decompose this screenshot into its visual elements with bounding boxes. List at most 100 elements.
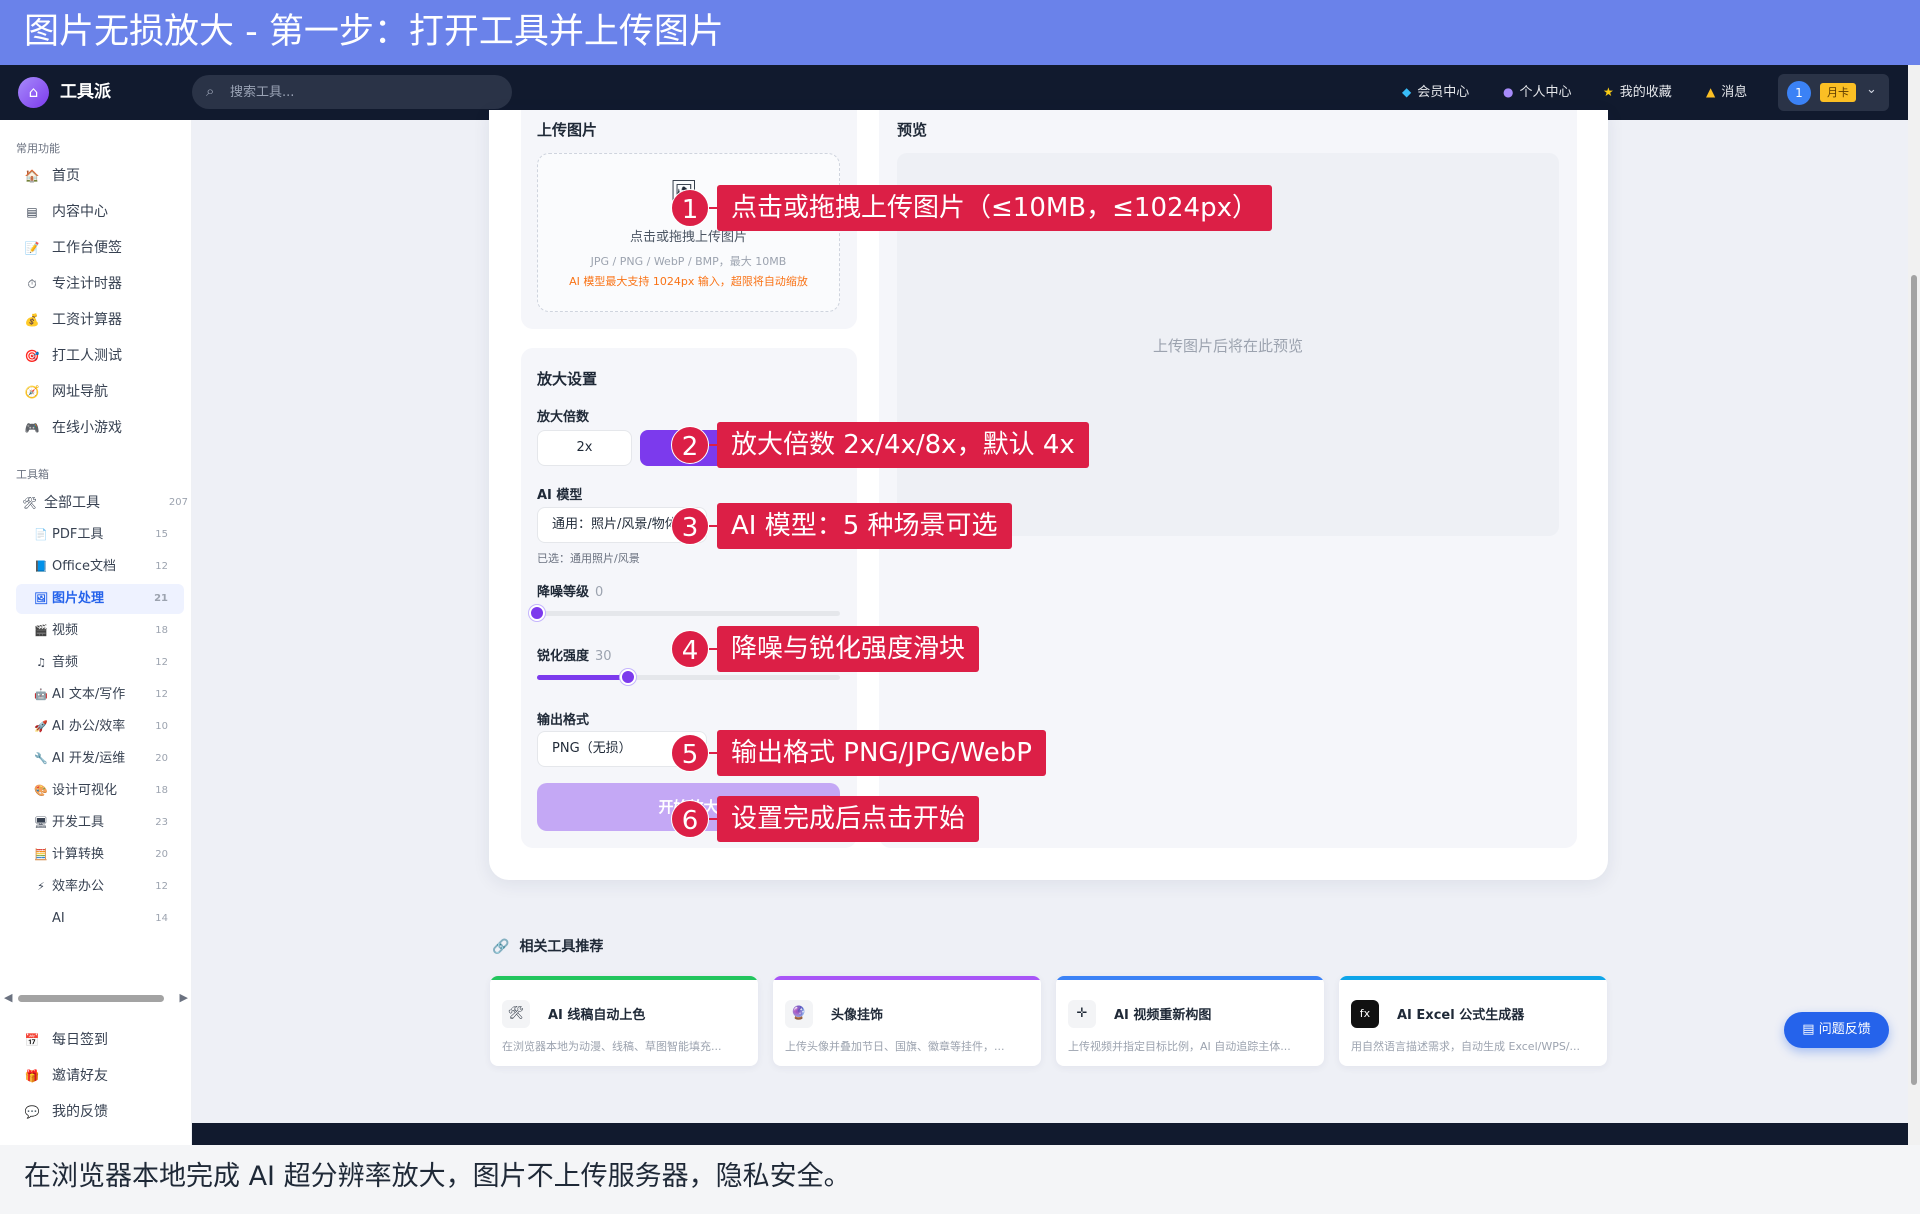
slider-fill [537,675,628,680]
gift-icon: 🎁 [24,1069,40,1083]
sidebar-item-mini-games[interactable]: 🎮 在线小游戏 [24,413,122,443]
sidebar-item-office[interactable]: 📘 Office文档 12 [16,552,184,582]
chevron-down-icon: ⌄ [1866,82,1877,97]
step-label: 降噪与锐化强度滑块 [717,626,980,672]
denoise-value: 0 [595,585,604,600]
palette-icon: 🎨 [34,784,48,797]
logo-icon[interactable]: ⌂ [18,77,49,108]
nav-messages[interactable]: ▲ 消息 [1706,65,1747,120]
step-number: 5 [671,734,709,772]
sidebar-item-design[interactable]: 🎨 设计可视化 18 [16,776,184,806]
user-icon: ● [1503,85,1514,99]
step-number: 2 [671,426,709,464]
sidebar-item-my-feedback[interactable]: 💬 我的反馈 [24,1097,108,1127]
preview-placeholder: 上传图片后将在此预览 [1152,337,1303,355]
card-description: 上传视频并指定目标比例，AI 自动追踪主体... [1068,1040,1291,1053]
sharpen-label: 锐化强度 30 [537,649,612,664]
card-description: 上传头像并叠加节日、国旗、徽章等挂件，... [785,1040,1005,1053]
sidebar-item-pdf[interactable]: 📄 PDF工具 15 [16,520,184,550]
sidebar-item-ai-devops[interactable]: 🔧 AI 开发/运维 20 [16,744,184,774]
monitor-icon: 🖥 [34,816,48,829]
page-footer [192,1123,1908,1145]
card-title: AI 视频重新构图 [1114,1008,1212,1023]
step-label: 设置完成后点击开始 [717,796,980,842]
slider-knob[interactable] [619,669,636,685]
upload-dropzone[interactable]: 🖼 点击或拖拽上传图片 JPG / PNG / WebP / BMP，最大 10… [537,153,840,312]
step-label: 点击或拖拽上传图片（≤10MB，≤1024px） [717,185,1272,231]
tools-icon: 🛠 [502,1000,530,1028]
preview-title: 预览 [897,121,928,139]
sidebar-horizontal-scrollbar[interactable]: ◀ ▶ [4,990,188,1006]
feedback-button[interactable]: ▤ 问题反馈 [1784,1012,1889,1048]
diamond-icon: ◆ [1402,85,1412,99]
sidebar-item-invite-friends[interactable]: 🎁 邀请好友 [24,1061,108,1091]
sidebar-item-ai-office[interactable]: 🚀 AI 办公/效率 10 [16,712,184,742]
sidebar-item-worker-test[interactable]: 🎯 打工人测试 [24,341,122,371]
sidebar-item-daily-checkin[interactable]: 📅 每日签到 [24,1025,108,1055]
sidebar-item-ai[interactable]: AI 14 [16,904,184,934]
sidebar-item-dev-tools[interactable]: 🖥 开发工具 23 [16,808,184,838]
card-accent-bar [1339,976,1607,980]
common-section-title: 常用功能 [16,142,60,155]
target-icon: 🎯 [24,349,40,363]
page-vertical-scrollbar[interactable] [1908,65,1920,1145]
step-number: 6 [671,800,709,838]
brand-name[interactable]: 工具派 [60,65,111,120]
nav-favorites[interactable]: ★ 我的收藏 [1603,65,1672,120]
dropzone-warning: AI 模型最大支持 1024px 输入，超限将自动缩放 [569,275,808,288]
sidebar-item-salary-calculator[interactable]: 💰 工资计算器 [24,305,122,335]
slider-track [537,611,840,616]
user-menu[interactable]: 1 月卡 ⌄ [1778,74,1889,111]
sidebar-item-image[interactable]: 🖼 图片处理 21 [16,584,184,614]
pdf-icon: 📄 [34,528,48,541]
sidebar-item-all-tools[interactable]: 🛠 全部工具 207 [16,488,188,518]
step-number: 3 [671,507,709,545]
note-icon: 📝 [24,241,40,255]
office-icon: 📘 [34,560,48,573]
card-accent-bar [490,976,758,980]
sidebar-item-focus-timer[interactable]: ⏱ 专注计时器 [24,269,122,299]
calculator-icon: 🧮 [34,848,48,861]
related-card-excel-formula[interactable]: fx AI Excel 公式生成器 用自然语言描述需求，自动生成 Excel/W… [1339,976,1607,1066]
scale-2x-button[interactable]: 2x [537,430,632,466]
timer-icon: ⏱ [27,277,37,291]
search-box[interactable]: ⌕ [192,75,512,109]
denoise-slider[interactable] [529,605,840,621]
money-bag-icon: 💰 [24,313,40,327]
slider-knob[interactable] [529,605,545,621]
related-card-video-reframe[interactable]: ✛ AI 视频重新构图 上传视频并指定目标比例，AI 自动追踪主体... [1056,976,1324,1066]
sidebar-item-ai-writing[interactable]: 🤖 AI 文本/写作 12 [16,680,184,710]
avatar-icon: 🔮 [785,1000,813,1028]
scroll-right-icon[interactable]: ▶ [180,991,188,1004]
sidebar-item-productivity[interactable]: ⚡ 效率办公 12 [16,872,184,902]
sidebar-item-calc-convert[interactable]: 🧮 计算转换 20 [16,840,184,870]
sidebar-item-home[interactable]: 🏠 首页 [24,161,80,191]
sidebar-item-notes[interactable]: 📝 工作台便签 [24,233,122,263]
sidebar-item-url-nav[interactable]: 🧭 网址导航 [24,377,108,407]
upload-title: 上传图片 [537,121,598,139]
image-icon: 🖼 [34,592,48,605]
related-card-line-coloring[interactable]: 🛠 AI 线稿自动上色 在浏览器本地为动漫、线稿、草图智能填充... [490,976,758,1066]
card-accent-bar [1056,976,1324,980]
denoise-label: 降噪等级 0 [537,585,604,600]
chat-icon: 💬 [24,1105,40,1119]
card-title: 头像挂饰 [831,1008,884,1023]
caption-text: 在浏览器本地完成 AI 超分辨率放大，图片不上传服务器，隐私安全。 [0,1145,1920,1214]
sidebar-item-content-center[interactable]: ▤ 内容中心 [24,197,108,227]
feedback-icon: ▤ [1802,1022,1819,1037]
search-input[interactable] [230,81,500,103]
related-card-avatar-decor[interactable]: 🔮 头像挂饰 上传头像并叠加节日、国旗、徽章等挂件，... [773,976,1041,1066]
link-icon: 🔗 [492,939,510,955]
scrollbar-thumb[interactable] [1911,275,1917,1085]
scrollbar-thumb[interactable] [18,995,164,1002]
home-icon: 🏠 [24,169,40,183]
rocket-icon: 🚀 [34,720,48,733]
sidebar-item-video[interactable]: 🎬 视频 18 [16,616,184,646]
sidebar-item-audio[interactable]: ♫ 音频 12 [16,648,184,678]
card-description: 在浏览器本地为动漫、线稿、草图智能填充... [502,1040,722,1053]
tools-icon: 🛠 [22,496,38,510]
step-number: 4 [671,630,709,668]
scroll-left-icon[interactable]: ◀ [4,991,12,1004]
bell-icon: ▲ [1706,85,1716,99]
sharpen-value: 30 [595,649,612,664]
